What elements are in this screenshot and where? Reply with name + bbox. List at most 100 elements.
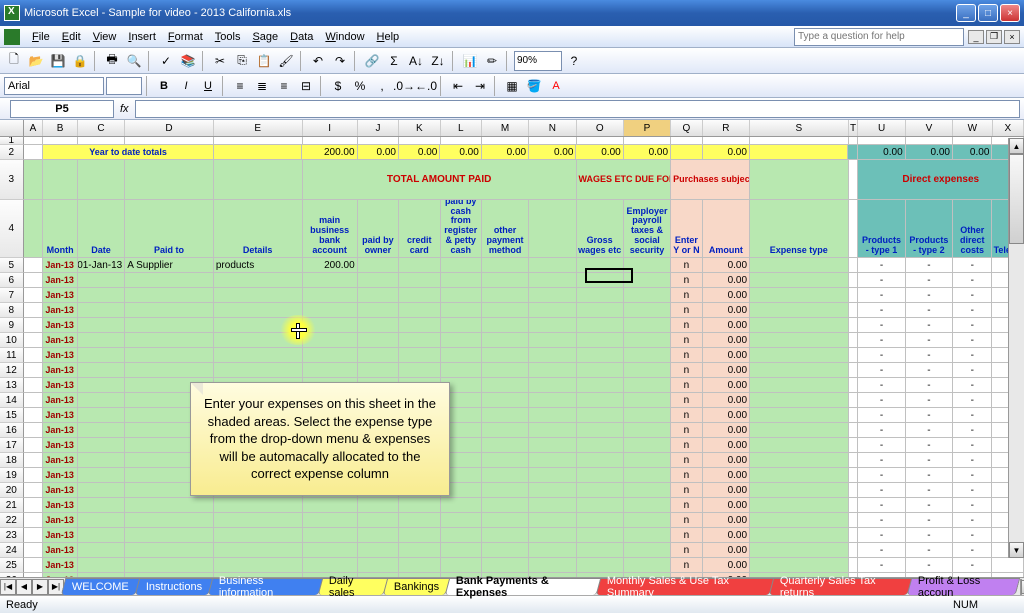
undo-button[interactable]: ↶	[308, 51, 328, 71]
cell[interactable]	[750, 137, 848, 145]
cell[interactable]	[624, 498, 671, 513]
row-header[interactable]: 15	[0, 408, 24, 423]
cell[interactable]	[529, 438, 576, 453]
cell[interactable]: 0.00	[358, 145, 399, 160]
cell[interactable]	[303, 137, 358, 145]
cell[interactable]: 0.00	[703, 303, 750, 318]
row-header[interactable]: 7	[0, 288, 24, 303]
cell[interactable]	[24, 438, 44, 453]
cell[interactable]: 0.00	[703, 558, 750, 573]
cell[interactable]	[214, 558, 303, 573]
menu-sage[interactable]: Sage	[246, 29, 284, 45]
tab-prev-button[interactable]: ◀	[16, 579, 32, 595]
cell[interactable]	[24, 393, 44, 408]
align-right-button[interactable]: ≡	[274, 76, 294, 96]
cell[interactable]	[750, 348, 848, 363]
row-header[interactable]: 26	[0, 573, 24, 577]
cell[interactable]	[24, 145, 44, 160]
cell[interactable]: -	[858, 378, 905, 393]
cell[interactable]	[24, 513, 44, 528]
col-header-R[interactable]: R	[703, 120, 750, 136]
cell[interactable]	[358, 363, 399, 378]
cell[interactable]	[849, 363, 859, 378]
col-header-W[interactable]: W	[953, 120, 992, 136]
cell[interactable]	[577, 288, 624, 303]
cell[interactable]	[125, 558, 214, 573]
cell[interactable]	[577, 498, 624, 513]
merge-button[interactable]: ⊟	[296, 76, 316, 96]
cell[interactable]	[624, 438, 671, 453]
cell[interactable]	[43, 137, 78, 145]
cell[interactable]: -	[953, 363, 992, 378]
cell[interactable]	[750, 498, 848, 513]
cell[interactable]: -	[906, 378, 953, 393]
scroll-thumb[interactable]	[1009, 154, 1024, 244]
cell[interactable]: -	[906, 498, 953, 513]
print-preview-button[interactable]: 🔍	[124, 51, 144, 71]
row-header[interactable]: 9	[0, 318, 24, 333]
cell[interactable]	[78, 378, 125, 393]
cell[interactable]: -	[953, 408, 992, 423]
font-color-button[interactable]: A	[546, 76, 566, 96]
cell[interactable]	[577, 483, 624, 498]
row-header[interactable]: 11	[0, 348, 24, 363]
cell[interactable]: Jan-13	[43, 408, 78, 423]
cell[interactable]	[577, 393, 624, 408]
sheet-tab[interactable]: Bank Payments & Expenses	[445, 578, 601, 595]
cell[interactable]	[24, 273, 44, 288]
cell[interactable]	[399, 273, 440, 288]
cell[interactable]	[529, 393, 576, 408]
cell[interactable]	[529, 468, 576, 483]
cell[interactable]	[482, 408, 529, 423]
help-search-input[interactable]	[794, 28, 964, 46]
cell[interactable]: Jan-13	[43, 273, 78, 288]
cell[interactable]	[399, 348, 440, 363]
cell[interactable]	[358, 333, 399, 348]
cell[interactable]: -	[953, 318, 992, 333]
cell[interactable]	[750, 543, 848, 558]
cell[interactable]	[482, 137, 529, 145]
cell[interactable]: -	[953, 483, 992, 498]
cell[interactable]	[303, 363, 358, 378]
cell[interactable]	[750, 160, 849, 200]
spelling-button[interactable]: ✓	[156, 51, 176, 71]
cell[interactable]	[529, 348, 576, 363]
mdi-restore-button[interactable]: ❐	[986, 30, 1002, 44]
cell[interactable]	[529, 378, 576, 393]
cell[interactable]	[849, 543, 859, 558]
cell[interactable]	[303, 558, 358, 573]
cell[interactable]	[441, 363, 482, 378]
row-header[interactable]: 12	[0, 363, 24, 378]
cell[interactable]: 0.00	[703, 378, 750, 393]
cell[interactable]	[78, 273, 125, 288]
cell[interactable]: -	[858, 468, 905, 483]
col-header-L[interactable]: L	[441, 120, 482, 136]
cell[interactable]	[303, 318, 358, 333]
cell[interactable]: -	[858, 258, 905, 273]
cell[interactable]	[529, 483, 576, 498]
cell[interactable]: 0.00	[576, 145, 623, 160]
cell[interactable]: -	[953, 528, 992, 543]
cell[interactable]	[529, 513, 576, 528]
cell[interactable]: -	[906, 258, 953, 273]
copy-button[interactable]: ⎘	[232, 51, 252, 71]
cell[interactable]	[214, 513, 303, 528]
cell[interactable]	[358, 348, 399, 363]
cell[interactable]: Jan-13	[43, 333, 78, 348]
underline-button[interactable]: U	[198, 76, 218, 96]
cell[interactable]	[24, 348, 44, 363]
cell[interactable]	[358, 528, 399, 543]
menu-tools[interactable]: Tools	[209, 29, 247, 45]
cell[interactable]	[529, 363, 576, 378]
minimize-button[interactable]: _	[956, 4, 976, 22]
cell[interactable]	[849, 137, 859, 145]
cell[interactable]: -	[858, 318, 905, 333]
cell[interactable]	[849, 378, 859, 393]
cell[interactable]	[750, 378, 848, 393]
cell[interactable]	[214, 543, 303, 558]
cell[interactable]: Jan-13	[43, 348, 78, 363]
cell[interactable]	[750, 513, 848, 528]
menu-help[interactable]: Help	[371, 29, 406, 45]
row-header[interactable]: 18	[0, 453, 24, 468]
cell[interactable]: Jan-13	[43, 543, 78, 558]
